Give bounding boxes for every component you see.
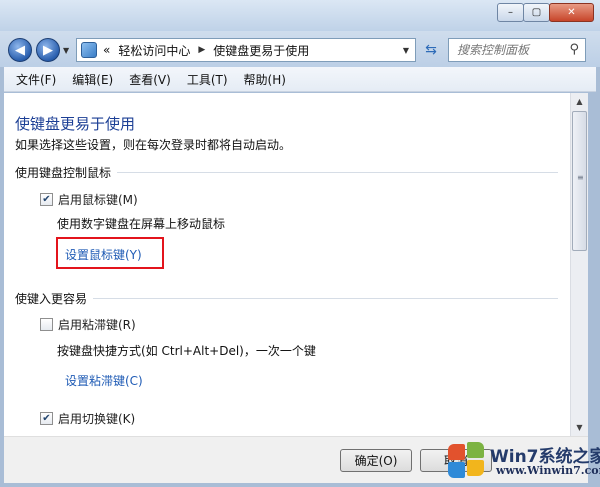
breadcrumb-keyboard[interactable]: 使键盘更易于使用 [213,42,309,59]
address-dropdown-icon[interactable]: ▼ [403,46,409,55]
maximize-button[interactable]: ▢ [523,3,550,22]
watermark-logo: Win7系统之家 www.Winwin7.com [440,436,600,487]
section-mouse-header: 使用键盘控制鼠标 [15,164,558,182]
breadcrumb-ease-of-access[interactable]: 轻松访问中心 [118,42,190,59]
recent-pages-dropdown-icon[interactable]: ▼ [63,46,69,55]
menu-file[interactable]: 文件(F) [8,71,64,88]
section-divider [15,298,558,299]
mouse-keys-description: 使用数字键盘在屏幕上移动鼠标 [57,217,226,231]
mouse-keys-checkbox-row[interactable]: ✔ 启用鼠标键(M) [40,191,138,208]
scroll-grip-icon: ≡ [577,173,584,182]
vertical-scrollbar[interactable]: ▲ ≡ ▼ [570,93,588,436]
watermark-url: www.Winwin7.com [496,464,600,477]
ok-button[interactable]: 确定(O) [340,449,412,472]
menu-edit[interactable]: 编辑(E) [64,71,121,88]
address-overflow-chevron[interactable]: « [103,43,110,57]
menu-view[interactable]: 查看(V) [121,71,179,88]
highlight-box [56,237,164,269]
scroll-down-icon[interactable]: ▼ [571,419,588,436]
toggle-keys-checkbox[interactable]: ✔ [40,412,53,425]
refresh-icon[interactable]: ⇆ [420,40,442,60]
control-panel-window: – ▢ ✕ ◀ ▶ ▼ « 轻松访问中心 ▶ 使键盘更易于使用 ▼ ⇆ ⚲ 文件… [0,0,600,487]
close-button[interactable]: ✕ [549,3,594,22]
sticky-keys-checkbox-row[interactable]: 启用粘滞键(R) [40,316,136,333]
toggle-keys-label[interactable]: 启用切换键(K) [58,410,135,427]
navigation-bar: ◀ ▶ ▼ « 轻松访问中心 ▶ 使键盘更易于使用 ▼ ⇆ ⚲ [0,31,600,67]
setup-sticky-keys-link[interactable]: 设置粘滞键(C) [65,372,143,389]
title-bar: – ▢ ✕ [0,0,600,31]
mouse-keys-checkbox[interactable]: ✔ [40,193,53,206]
forward-button[interactable]: ▶ [36,38,60,62]
scroll-thumb[interactable]: ≡ [572,111,587,251]
sticky-keys-label[interactable]: 启用粘滞键(R) [58,316,136,333]
address-bar[interactable]: « 轻松访问中心 ▶ 使键盘更易于使用 ▼ [76,38,416,62]
search-input[interactable] [457,43,561,57]
windows-flag-icon [446,442,486,480]
caption-buttons: – ▢ ✕ [497,3,594,22]
menu-help[interactable]: 帮助(H) [236,71,294,88]
content-pane: 使键盘更易于使用 如果选择这些设置，则在每次登录时都将自动启动。 使用键盘控制鼠… [4,93,570,436]
search-icon[interactable]: ⚲ [569,42,579,57]
minimize-button[interactable]: – [497,3,524,22]
menu-tools[interactable]: 工具(T) [179,71,236,88]
section-typing-header: 使键入更容易 [15,290,558,308]
scroll-up-icon[interactable]: ▲ [571,93,588,110]
page-title: 使键盘更易于使用 [15,115,136,133]
breadcrumb-separator-icon[interactable]: ▶ [198,45,205,55]
sticky-keys-description: 按键盘快捷方式(如 Ctrl+Alt+Del)，一次一个键 [57,344,316,358]
search-box: ⚲ [448,38,586,62]
back-button[interactable]: ◀ [8,38,32,62]
section-typing-heading: 使键入更容易 [15,292,94,306]
menu-bar: 文件(F) 编辑(E) 查看(V) 工具(T) 帮助(H) [4,67,596,92]
section-mouse-heading: 使用键盘控制鼠标 [15,166,118,180]
page-subtitle: 如果选择这些设置，则在每次登录时都将自动启动。 [15,138,292,152]
sticky-keys-checkbox[interactable] [40,318,53,331]
toggle-keys-checkbox-row[interactable]: ✔ 启用切换键(K) [40,410,135,427]
control-panel-icon [81,42,97,58]
mouse-keys-label[interactable]: 启用鼠标键(M) [58,191,138,208]
